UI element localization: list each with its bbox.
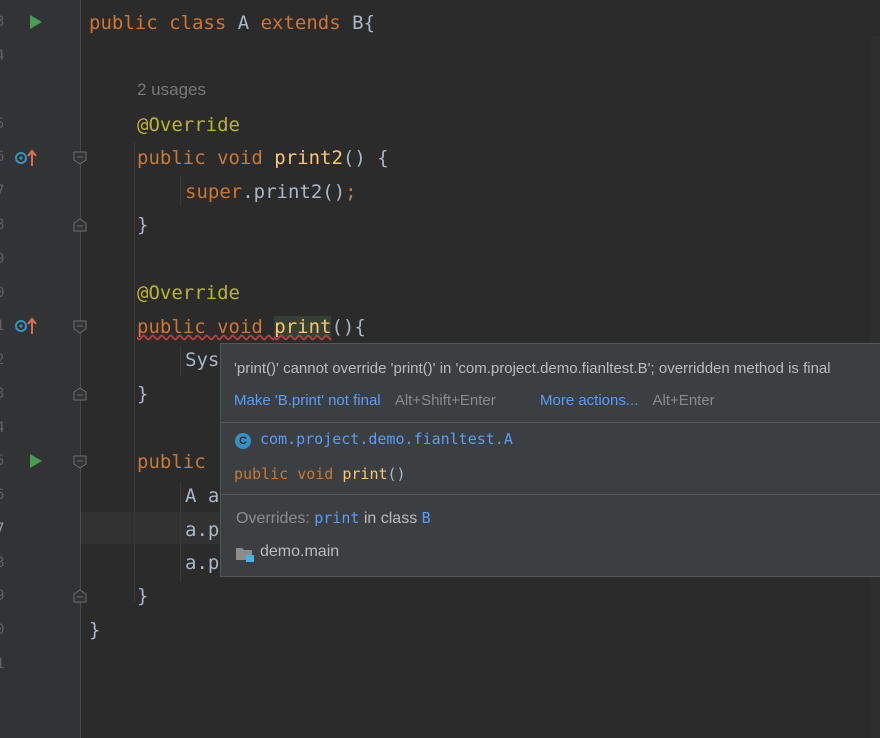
code-text: () (387, 465, 406, 483)
method-name-error[interactable]: print (274, 316, 332, 338)
class-fqn-link[interactable]: com.project.demo.fianltest.A (260, 430, 513, 448)
code-text: .print2() (242, 181, 346, 203)
quick-fix-action[interactable]: Make 'B.print' not final Alt+Shift+Enter (234, 392, 496, 409)
line-number: 6 (0, 149, 5, 165)
shortcut-hint: Alt+Shift+Enter (394, 392, 496, 409)
class-icon: C (235, 433, 251, 449)
code-text: B{ (352, 12, 376, 34)
code-line-new-a: A a (185, 485, 220, 507)
keyword: void (297, 465, 343, 483)
overrides-mid: in class (359, 510, 422, 527)
code-text: () { (342, 147, 389, 169)
more-actions[interactable]: More actions... Alt+Enter (540, 392, 715, 409)
code-line-call: a.p (185, 519, 220, 541)
keyword: public (137, 316, 218, 338)
line-number: 1 (0, 318, 5, 334)
line-number: 1 (0, 656, 5, 672)
line-number: 7 (0, 521, 5, 537)
line-number: 5 (0, 453, 5, 469)
code-line-super-call: super.print2(); (185, 175, 357, 209)
method-name: print (342, 465, 388, 483)
code-line-sysout: Sys (185, 349, 220, 371)
line-number: 9 (0, 251, 5, 267)
line-number: 8 (0, 217, 5, 233)
code-line-print2-decl: public void print2() { (137, 141, 389, 175)
keyword: public (89, 12, 170, 34)
shortcut-hint: Alt+Enter (652, 392, 715, 409)
line-number: 0 (0, 285, 5, 301)
code-line-print-decl: public void print(){ (137, 310, 366, 344)
line-number: 2 (0, 352, 5, 368)
line-number: 4 (0, 48, 5, 64)
error-popup[interactable]: 'print()' cannot override 'print()' in '… (220, 343, 880, 577)
indent-guide (180, 176, 181, 206)
divider (221, 494, 880, 495)
run-icon[interactable] (30, 15, 42, 29)
code-line-class-decl: public class A extends B{ (89, 6, 375, 40)
method-signature: public void print() (234, 465, 406, 483)
line-number: 4 (0, 420, 5, 436)
keyword: public (137, 147, 218, 169)
overridden-method-link[interactable]: print (314, 509, 359, 527)
line-number: 3 (0, 386, 5, 402)
run-icon[interactable] (30, 454, 42, 468)
keyword: class (169, 12, 238, 34)
annotation: @Override (137, 114, 240, 136)
more-actions-link[interactable]: More actions... (540, 392, 638, 409)
code-line-close-brace: } (137, 383, 149, 405)
keyword: super (185, 181, 243, 203)
error-message: 'print()' cannot override 'print()' in '… (234, 360, 831, 377)
gutter: 3 4 5 6 7 8 9 0 1 2 3 4 5 6 7 8 9 0 1 (0, 0, 87, 738)
code-editor[interactable]: 3 4 5 6 7 8 9 0 1 2 3 4 5 6 7 8 9 0 1 pu… (0, 0, 880, 738)
class-name: A (237, 12, 261, 34)
overrides-label: Overrides: (236, 510, 315, 527)
override-icon[interactable] (14, 149, 38, 167)
keyword: public (234, 465, 298, 483)
line-number: 7 (0, 183, 5, 199)
overridden-class-link[interactable]: B (422, 509, 431, 527)
line-number: 5 (0, 116, 5, 132)
indent-guide (134, 142, 135, 602)
indent-guide (180, 482, 181, 582)
annotation: @Override (137, 282, 240, 304)
method-name: print2 (274, 147, 343, 169)
make-not-final-link[interactable]: Make 'B.print' not final (234, 392, 381, 409)
semicolon: ; (345, 181, 357, 203)
line-number: 9 (0, 588, 5, 604)
divider (221, 422, 880, 423)
override-icon[interactable] (14, 317, 38, 335)
keyword: void (217, 147, 275, 169)
keyword: extends (260, 12, 353, 34)
line-number: 8 (0, 555, 5, 571)
module-name: demo.main (260, 543, 340, 560)
indent-guide (180, 346, 181, 376)
overrides-info: Overrides: print in class B (236, 509, 431, 528)
code-line-close-brace: } (89, 619, 101, 641)
code-line-close-brace: } (137, 585, 149, 607)
line-number: 3 (0, 14, 5, 30)
usages-hint[interactable]: 2 usages (137, 80, 206, 100)
module-folder-icon (236, 548, 254, 562)
code-line-main-decl: public (137, 451, 206, 473)
line-number: 0 (0, 622, 5, 638)
line-number: 6 (0, 487, 5, 503)
keyword: void (217, 316, 275, 338)
code-line-call: a.p (185, 552, 220, 574)
code-text: (){ (331, 316, 366, 338)
code-line-close-brace: } (137, 214, 149, 236)
